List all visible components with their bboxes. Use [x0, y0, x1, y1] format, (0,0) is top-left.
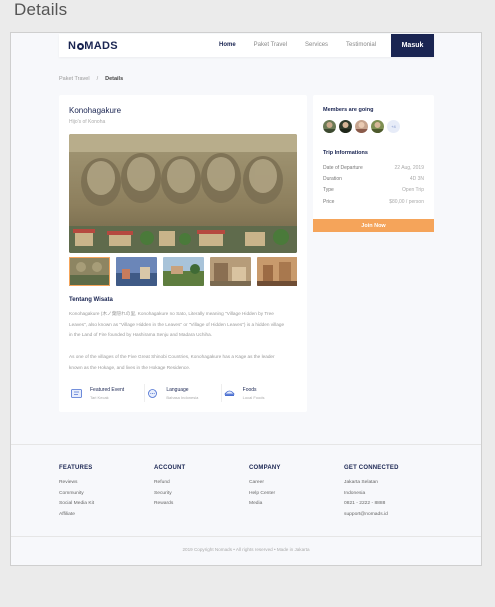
- more-members-badge[interactable]: +4: [387, 120, 400, 133]
- browser-frame: N MADS Home Paket Travel Services Testimo…: [10, 32, 482, 566]
- navbar: N MADS Home Paket Travel Services Testimo…: [59, 34, 434, 57]
- footer-heading: ACCOUNT: [154, 465, 186, 471]
- thumbnail-image: [210, 257, 251, 286]
- ticket-icon: [71, 388, 82, 398]
- feature-title: Language: [166, 386, 189, 393]
- footer-link[interactable]: Reviews: [59, 480, 94, 485]
- footer-link[interactable]: Social Media Kit: [59, 501, 94, 506]
- feature-title: Featured Event: [90, 386, 125, 393]
- footer-column-account: ACCOUNT Refund Security Rewards: [154, 465, 185, 512]
- feature-title: Foods: [242, 386, 257, 393]
- footer-column-connected: GET CONNECTED Jakarta Selatan Indonesia …: [344, 465, 399, 522]
- feature-item: Featured Event Tari Kecak: [69, 384, 146, 402]
- nav-paket-travel[interactable]: Paket Travel: [254, 42, 287, 48]
- gallery-thumbnail[interactable]: [257, 257, 297, 286]
- thumbnail-image: [116, 257, 157, 286]
- info-label: Price: [323, 199, 335, 205]
- info-row-type: Type Open Trip: [323, 187, 424, 193]
- gallery-thumbnail[interactable]: [163, 257, 204, 286]
- about-paragraph-2: As one of the villages of the Five Great…: [69, 354, 275, 370]
- about-paragraph-1: Konohagakure (木ノ葉隠れの里, Konohagakure no S…: [69, 311, 285, 338]
- join-now-button[interactable]: Join Now: [313, 219, 434, 232]
- breadcrumb-current: Details: [105, 76, 124, 82]
- feature-item: Language Bahasa Indonesia: [145, 384, 222, 402]
- info-value: $80,00 / person: [389, 199, 424, 205]
- feature-subtitle: Local Foods: [242, 394, 265, 400]
- nav-home[interactable]: Home: [219, 42, 236, 48]
- footer-heading: FEATURES: [59, 465, 93, 471]
- info-value: 4D 3N: [409, 176, 424, 182]
- info-row-price: Price $80,00 / person: [323, 199, 424, 205]
- footer-bottom-divider: [11, 536, 481, 537]
- avatar-image: [355, 120, 368, 133]
- page-heading: Details: [14, 0, 68, 19]
- footer-text: Jakarta Selatan: [344, 480, 378, 485]
- breadcrumb: Paket Travel / Details: [59, 76, 123, 82]
- detail-card: Konohagakure Hijo's of Konoha Tentang Wi…: [59, 95, 307, 412]
- member-avatars: +4: [323, 120, 400, 133]
- info-label: Date of Departure: [323, 165, 363, 171]
- footer-text: Indonesia: [344, 490, 366, 496]
- about-title: Tentang Wisata: [69, 297, 113, 303]
- nav-links: Home Paket Travel Services Testimonial: [219, 42, 394, 48]
- info-label: Type: [323, 187, 334, 193]
- info-row-departure: Date of Departure 22 Aug, 2019: [323, 165, 424, 171]
- nav-services[interactable]: Services: [305, 42, 328, 48]
- thumbnail-image: [257, 257, 297, 286]
- footer-link[interactable]: Refund: [154, 480, 185, 485]
- footer-phone[interactable]: 0821 - 2222 - 8888: [344, 501, 399, 506]
- gallery-thumbnail[interactable]: [210, 257, 251, 286]
- destination-title: Konohagakure: [69, 106, 122, 115]
- feature-item: Foods Local Foods: [222, 384, 297, 402]
- footer-heading: GET CONNECTED: [344, 465, 399, 471]
- footer-link[interactable]: Media: [249, 501, 281, 506]
- avatar-image: [323, 120, 336, 133]
- gallery-thumbnail[interactable]: [69, 257, 110, 286]
- footer-link[interactable]: Security: [154, 491, 185, 496]
- logo-o-mark: [76, 43, 84, 50]
- thumbnail-image: [163, 257, 204, 286]
- info-value: Open Trip: [402, 187, 424, 193]
- trip-sidebar: Members are going +4 Trip Informations D…: [313, 95, 434, 223]
- thumbnail-image: [69, 257, 110, 286]
- feature-subtitle: Bahasa Indonesia: [166, 394, 199, 400]
- hokage-rock-image: [69, 134, 297, 253]
- breadcrumb-separator: /: [96, 76, 99, 82]
- hero-image: [69, 134, 297, 253]
- avatar[interactable]: [323, 120, 336, 133]
- info-label: Duration: [323, 176, 342, 182]
- login-button[interactable]: Masuk: [391, 34, 434, 57]
- info-value: 22 Aug, 2019: [394, 165, 424, 171]
- footer-link[interactable]: Community: [59, 491, 94, 496]
- footer-email[interactable]: support@nomads.id: [344, 512, 399, 517]
- thumbnail-strip: [69, 257, 297, 287]
- footer-link[interactable]: Help Center: [249, 491, 281, 496]
- copyright: 2019 Copyright Nomads • All rights reser…: [182, 547, 310, 552]
- avatar[interactable]: [355, 120, 368, 133]
- feature-list: Featured Event Tari Kecak Language Bahasa …: [69, 384, 297, 402]
- footer-heading: COMPANY: [249, 465, 281, 471]
- breadcrumb-parent[interactable]: Paket Travel: [59, 76, 90, 82]
- footer-column-company: COMPANY Career Help Center Media: [249, 465, 281, 512]
- avatar-image: [339, 120, 352, 133]
- info-row-duration: Duration 4D 3N: [323, 176, 424, 182]
- gallery-thumbnail[interactable]: [116, 257, 157, 286]
- trip-info-title: Trip Informations: [323, 150, 368, 156]
- feature-subtitle: Tari Kecak: [90, 394, 109, 400]
- members-title: Members are going: [323, 107, 374, 113]
- footer-column-features: FEATURES Reviews Community Social Media …: [59, 465, 94, 522]
- food-icon: [223, 390, 235, 396]
- nav-testimonial[interactable]: Testimonial: [346, 42, 376, 48]
- footer-divider: [11, 444, 481, 445]
- avatar[interactable]: [339, 120, 352, 133]
- footer-link[interactable]: Affiliate: [59, 512, 94, 517]
- logo[interactable]: N MADS: [68, 40, 118, 52]
- avatar-image: [371, 120, 384, 133]
- footer-link[interactable]: Career: [249, 480, 281, 485]
- avatar[interactable]: [371, 120, 384, 133]
- footer-link[interactable]: Rewards: [154, 501, 185, 506]
- chat-icon: [148, 388, 158, 398]
- destination-subtitle: Hijo's of Konoha: [69, 119, 106, 125]
